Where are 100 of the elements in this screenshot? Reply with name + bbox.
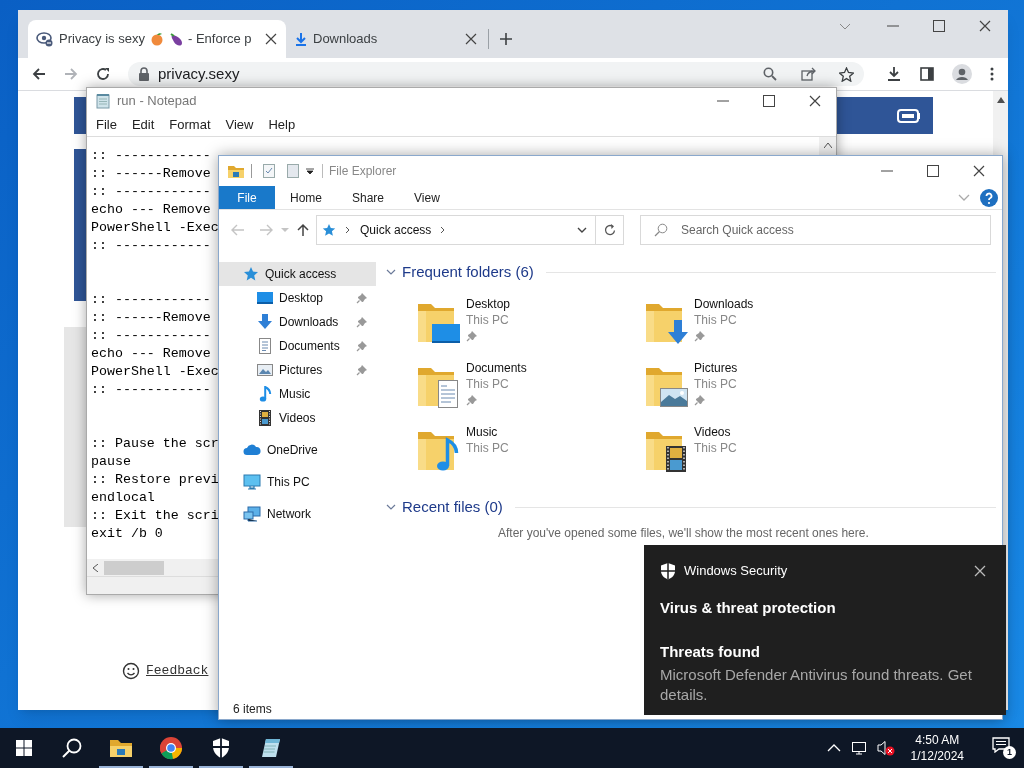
feedback-link[interactable]: Feedback [146, 661, 209, 681]
sidebar-item[interactable]: This PC [219, 470, 376, 494]
share-icon[interactable] [801, 67, 817, 81]
volume-muted-icon[interactable] [876, 740, 895, 756]
sidebar-item[interactable]: Videos [219, 406, 376, 430]
empty-message: After you've opened some files, we'll show the most recent ones here. [498, 525, 869, 542]
address-bar[interactable]: privacy.sexy [128, 62, 864, 86]
folder-icon [109, 738, 133, 758]
chevron-up-icon[interactable] [826, 744, 841, 752]
code-line: :: ------------ [91, 183, 211, 201]
chevron-down-icon[interactable] [386, 267, 396, 277]
sidebar-item[interactable]: OneDrive [219, 438, 376, 462]
ribbon-tab[interactable]: Home [275, 186, 337, 209]
close-icon[interactable] [264, 32, 278, 46]
code-line: :: ------Remove [91, 165, 211, 183]
message-icon [992, 737, 1010, 753]
menu-icon[interactable] [990, 67, 994, 81]
network-icon[interactable] [850, 740, 867, 756]
chevron-down-icon[interactable] [577, 227, 587, 233]
side-panel-icon[interactable] [920, 67, 934, 81]
folder-icon [227, 163, 245, 179]
app-name: Windows Security [684, 562, 788, 580]
pin-icon [356, 364, 368, 376]
code-line: :: ------Remove [91, 309, 211, 327]
checklist-icon[interactable] [262, 163, 276, 179]
pin-icon [356, 292, 368, 304]
scroll-up-icon [823, 143, 832, 148]
shield-icon [211, 737, 231, 759]
new-tab-icon[interactable] [499, 32, 513, 46]
maximize-icon[interactable] [926, 164, 940, 178]
folder-name[interactable]: Documents [466, 360, 527, 376]
tab-title: Privacy is sexy [59, 30, 145, 49]
notepad-icon [95, 93, 111, 109]
address-bar[interactable]: Quick access [316, 215, 596, 245]
chevron-right-icon [345, 226, 350, 234]
sidebar-item[interactable]: Music [219, 382, 376, 406]
search-field[interactable]: Search Quick access [640, 215, 991, 245]
monitor-icon [243, 474, 261, 490]
search-icon [62, 738, 82, 758]
menu-item[interactable]: Edit [130, 115, 156, 135]
scroll-left-icon [93, 563, 98, 572]
star-icon[interactable] [839, 66, 854, 82]
lock-icon [138, 67, 150, 81]
menu-item[interactable]: File [95, 115, 118, 135]
toast-message: Microsoft Defender Antivirus found threats. Get details. [660, 664, 973, 705]
folder-name[interactable]: Videos [694, 424, 737, 440]
help-icon[interactable] [980, 188, 998, 207]
search-icon [654, 223, 668, 237]
chevron-down-icon[interactable] [386, 502, 396, 512]
notification-button[interactable]: 1 [992, 737, 1016, 759]
dropdown-icon[interactable] [306, 167, 314, 175]
menu-item[interactable]: Help [267, 115, 297, 135]
folder-name[interactable]: Pictures [694, 360, 738, 376]
group-header[interactable]: Frequent folders (6) [402, 260, 534, 284]
close-icon[interactable] [972, 164, 986, 178]
folder-name[interactable]: Desktop [466, 296, 511, 312]
group-header[interactable]: Recent files (0) [402, 495, 503, 519]
scroll-thumb[interactable] [104, 560, 164, 575]
folder-name[interactable]: Music [466, 424, 509, 440]
close-icon[interactable] [974, 564, 986, 577]
download-icon[interactable] [886, 66, 902, 82]
back-icon[interactable] [32, 67, 46, 81]
breadcrumb[interactable]: Quick access [360, 221, 432, 239]
cloud-icon [243, 444, 261, 456]
download-icon [294, 32, 308, 46]
ribbon-tab[interactable]: View [399, 186, 455, 209]
folder-name[interactable]: Downloads [694, 296, 754, 312]
download-icon [257, 314, 273, 330]
sidebar-item[interactable]: Downloads [219, 310, 376, 334]
sidebar-item[interactable]: Pictures [219, 358, 376, 382]
close-icon[interactable] [464, 32, 478, 46]
folder-location: This PC [694, 376, 738, 392]
browser-tab[interactable]: Privacy is sexy - Enforce p [28, 20, 286, 58]
tab-title: - Enforce p [187, 30, 252, 49]
avatar-icon[interactable] [952, 64, 972, 84]
maximize-icon[interactable] [762, 94, 776, 108]
browser-tab[interactable]: Downloads [286, 20, 486, 58]
battery-icon [897, 108, 921, 123]
up-arrow-icon[interactable] [297, 223, 309, 237]
pin-icon [356, 340, 368, 352]
scroll-up-icon [996, 97, 1005, 103]
folder-location: This PC [466, 312, 510, 328]
close-icon[interactable] [978, 19, 992, 33]
search-icon[interactable] [763, 67, 777, 81]
menu-item[interactable]: Format [168, 115, 212, 135]
clock-time: 4:50 AM [915, 732, 960, 748]
code-line: :: ------------ [91, 327, 211, 345]
clock[interactable]: 4:50 AM 1/12/2024 [904, 732, 970, 764]
sidebar-item[interactable]: Desktop [219, 286, 376, 310]
code-line: echo --- Remove [91, 345, 211, 363]
sidebar-item[interactable]: Documents [219, 334, 376, 358]
maximize-icon[interactable] [932, 19, 946, 33]
ribbon-tab[interactable]: Share [337, 186, 400, 209]
menu-item[interactable]: View [224, 115, 255, 135]
peach-icon [149, 32, 164, 46]
reload-icon[interactable] [96, 67, 110, 81]
sidebar-item[interactable]: Network [219, 502, 376, 526]
refresh-button[interactable] [596, 215, 624, 245]
sidebar-item[interactable]: Quick access [219, 262, 376, 286]
close-icon[interactable] [808, 94, 822, 108]
